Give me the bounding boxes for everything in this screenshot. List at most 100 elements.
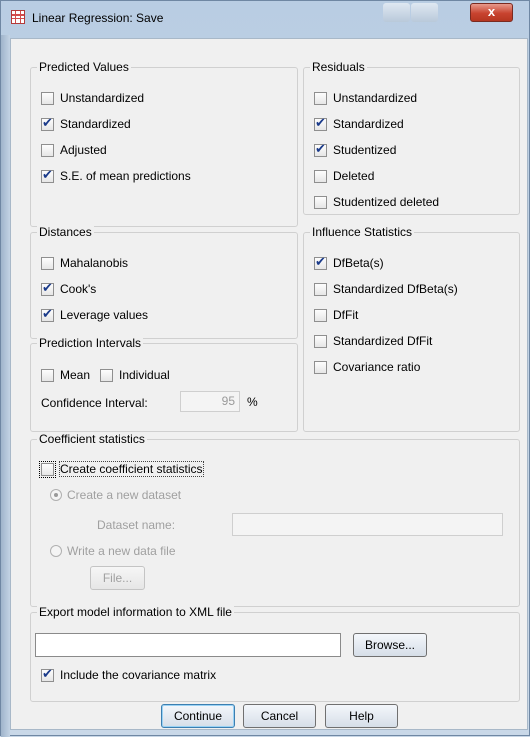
influence-dffit-checkbox[interactable] bbox=[314, 308, 327, 322]
predicted-adjusted-label: Adjusted bbox=[60, 143, 107, 157]
continue-button[interactable]: Continue bbox=[161, 704, 235, 728]
residuals-deleted-checkbox[interactable] bbox=[314, 169, 327, 183]
prediction-intervals-title: Prediction Intervals bbox=[37, 336, 144, 351]
distances-mahalanobis-checkbox[interactable] bbox=[41, 256, 54, 270]
influence-std-dffit-label: Standardized DfFit bbox=[333, 334, 433, 348]
close-icon: x bbox=[487, 4, 496, 19]
browse-button[interactable]: Browse... bbox=[353, 633, 427, 657]
write-file-radio[interactable] bbox=[50, 545, 62, 557]
include-covariance-label: Include the covariance matrix bbox=[60, 668, 217, 682]
predicted-adjusted-row[interactable]: Adjusted bbox=[41, 141, 107, 159]
export-xml-group: Export model information to XML file Bro… bbox=[30, 605, 520, 702]
distances-leverage-checkbox[interactable] bbox=[41, 307, 54, 322]
influence-std-dfbeta-checkbox[interactable] bbox=[314, 282, 327, 296]
distances-leverage-row[interactable]: Leverage values bbox=[41, 306, 148, 324]
dataset-name-input[interactable] bbox=[232, 513, 503, 536]
predicted-adjusted-checkbox[interactable] bbox=[41, 143, 54, 157]
influence-dfbeta-label: DfBeta(s) bbox=[333, 256, 384, 270]
create-coef-row[interactable]: Create coefficient statistics bbox=[39, 460, 204, 478]
create-coef-checkbox[interactable] bbox=[39, 460, 56, 478]
predicted-standardized-checkbox[interactable] bbox=[41, 116, 54, 131]
write-file-label: Write a new data file bbox=[67, 544, 176, 558]
predicted-values-group: Predicted Values Unstandardized Standard… bbox=[30, 60, 298, 227]
influence-dffit-label: DfFit bbox=[333, 308, 359, 322]
distances-cooks-label: Cook's bbox=[60, 282, 97, 296]
pi-individual-checkbox[interactable] bbox=[100, 368, 113, 382]
predicted-unstandardized-checkbox[interactable] bbox=[41, 91, 54, 105]
influence-std-dffit-row[interactable]: Standardized DfFit bbox=[314, 332, 432, 350]
influence-statistics-group: Influence Statistics DfBeta(s) Standardi… bbox=[303, 225, 520, 432]
pi-individual-row[interactable]: Individual bbox=[100, 366, 170, 384]
new-dataset-row[interactable]: Create a new dataset bbox=[50, 486, 181, 504]
influence-covratio-checkbox[interactable] bbox=[314, 360, 327, 374]
influence-dffit-row[interactable]: DfFit bbox=[314, 306, 358, 324]
residuals-deleted-row[interactable]: Deleted bbox=[314, 167, 374, 185]
residuals-standardized-row[interactable]: Standardized bbox=[314, 115, 404, 133]
pi-mean-label: Mean bbox=[60, 368, 91, 382]
distances-cooks-checkbox[interactable] bbox=[41, 281, 54, 296]
influence-covratio-row[interactable]: Covariance ratio bbox=[314, 358, 420, 376]
cancel-button[interactable]: Cancel bbox=[243, 704, 316, 728]
residuals-deleted-label: Deleted bbox=[333, 169, 375, 183]
influence-std-dffit-checkbox[interactable] bbox=[314, 334, 327, 348]
pi-mean-row[interactable]: Mean bbox=[41, 366, 90, 384]
residuals-unstandardized-checkbox[interactable] bbox=[314, 91, 327, 105]
new-dataset-label: Create a new dataset bbox=[67, 488, 182, 502]
ci-label: Confidence Interval: bbox=[41, 396, 148, 410]
predicted-se-label: S.E. of mean predictions bbox=[60, 169, 191, 183]
minimize-button[interactable] bbox=[383, 3, 410, 22]
app-icon bbox=[11, 10, 25, 24]
predicted-unstandardized-label: Unstandardized bbox=[60, 91, 145, 105]
window-title: Linear Regression: Save bbox=[32, 11, 164, 25]
residuals-studentized-deleted-checkbox[interactable] bbox=[314, 195, 327, 209]
help-button[interactable]: Help bbox=[325, 704, 398, 728]
dialog-window: Linear Regression: Save x Predicted Valu… bbox=[0, 0, 530, 737]
write-file-row[interactable]: Write a new data file bbox=[50, 542, 176, 560]
maximize-button[interactable] bbox=[411, 3, 438, 22]
include-covariance-row[interactable]: Include the covariance matrix bbox=[41, 666, 216, 684]
create-coef-label: Create coefficient statistics bbox=[59, 461, 204, 477]
export-xml-title: Export model information to XML file bbox=[37, 605, 234, 620]
residuals-unstandardized-label: Unstandardized bbox=[333, 91, 418, 105]
pi-mean-checkbox[interactable] bbox=[41, 368, 54, 382]
ci-input[interactable]: 95 bbox=[180, 391, 240, 412]
residuals-standardized-label: Standardized bbox=[333, 117, 404, 131]
residuals-group: Residuals Unstandardized Standardized St… bbox=[303, 60, 520, 215]
predicted-standardized-label: Standardized bbox=[60, 117, 131, 131]
ci-unit: % bbox=[247, 395, 258, 409]
distances-cooks-row[interactable]: Cook's bbox=[41, 280, 96, 298]
include-covariance-checkbox[interactable] bbox=[41, 667, 54, 682]
influence-std-dfbeta-row[interactable]: Standardized DfBeta(s) bbox=[314, 280, 458, 298]
coefficient-statistics-title: Coefficient statistics bbox=[37, 432, 147, 447]
predicted-values-title: Predicted Values bbox=[37, 60, 131, 75]
coefficient-statistics-group: Coefficient statistics Create coefficien… bbox=[30, 432, 520, 607]
file-button[interactable]: File... bbox=[90, 566, 145, 590]
influence-statistics-title: Influence Statistics bbox=[310, 225, 415, 240]
predicted-se-checkbox[interactable] bbox=[41, 168, 54, 183]
close-button[interactable]: x bbox=[470, 3, 513, 22]
title-bar[interactable]: Linear Regression: Save x bbox=[1, 1, 529, 35]
distances-leverage-label: Leverage values bbox=[60, 308, 149, 322]
new-dataset-radio[interactable] bbox=[50, 489, 62, 501]
influence-dfbeta-row[interactable]: DfBeta(s) bbox=[314, 254, 384, 272]
ci-value: 95 bbox=[221, 394, 235, 408]
distances-title: Distances bbox=[37, 225, 94, 240]
residuals-studentized-deleted-label: Studentized deleted bbox=[333, 195, 440, 209]
predicted-unstandardized-row[interactable]: Unstandardized bbox=[41, 89, 144, 107]
influence-dfbeta-checkbox[interactable] bbox=[314, 255, 327, 270]
residuals-standardized-checkbox[interactable] bbox=[314, 116, 327, 131]
distances-mahalanobis-row[interactable]: Mahalanobis bbox=[41, 254, 128, 272]
distances-mahalanobis-label: Mahalanobis bbox=[60, 256, 129, 270]
residuals-unstandardized-row[interactable]: Unstandardized bbox=[314, 89, 417, 107]
xml-path-input[interactable] bbox=[35, 633, 341, 657]
window-left-edge bbox=[1, 35, 10, 737]
residuals-studentized-checkbox[interactable] bbox=[314, 142, 327, 157]
pi-individual-label: Individual bbox=[119, 368, 170, 382]
residuals-studentized-deleted-row[interactable]: Studentized deleted bbox=[314, 193, 439, 211]
distances-group: Distances Mahalanobis Cook's Leverage va… bbox=[30, 225, 298, 339]
predicted-standardized-row[interactable]: Standardized bbox=[41, 115, 131, 133]
predicted-se-row[interactable]: S.E. of mean predictions bbox=[41, 167, 191, 185]
residuals-title: Residuals bbox=[310, 60, 367, 75]
dataset-name-label: Dataset name: bbox=[97, 518, 176, 532]
residuals-studentized-row[interactable]: Studentized bbox=[314, 141, 396, 159]
